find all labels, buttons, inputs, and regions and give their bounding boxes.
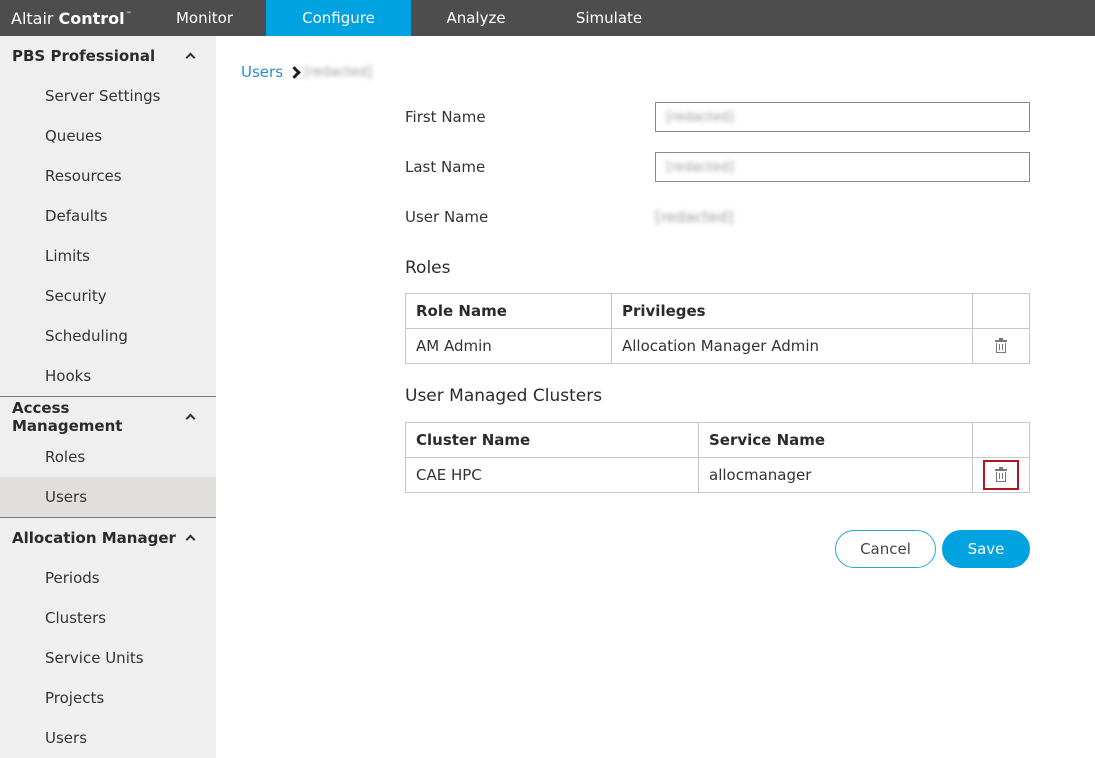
sidebar-item-roles[interactable]: Roles bbox=[0, 437, 216, 477]
first-name-input[interactable]: [redacted] bbox=[655, 102, 1030, 132]
sidebar-item-allocation-users[interactable]: Users bbox=[0, 718, 216, 758]
sidebar-item-limits[interactable]: Limits bbox=[0, 236, 216, 276]
top-navigation-bar: Altair Control ™ Monitor Configure Analy… bbox=[0, 0, 1095, 36]
tab-configure[interactable]: Configure bbox=[266, 0, 411, 36]
sidebar-section-pbs-professional[interactable]: PBS Professional bbox=[0, 36, 216, 76]
user-name-row: User Name [redacted] bbox=[405, 202, 1030, 232]
section-title: Access Management bbox=[12, 399, 123, 435]
tab-simulate[interactable]: Simulate bbox=[541, 0, 677, 36]
last-name-value: [redacted] bbox=[666, 159, 734, 175]
service-name-cell: allocmanager bbox=[698, 457, 973, 493]
first-name-row: First Name [redacted] bbox=[405, 102, 1030, 132]
column-header-cluster-name: Cluster Name bbox=[405, 422, 699, 458]
role-name-link[interactable]: AM Admin bbox=[405, 328, 612, 364]
first-name-label: First Name bbox=[405, 108, 486, 126]
delete-role-button[interactable] bbox=[983, 331, 1019, 361]
roles-title: Roles bbox=[405, 258, 451, 278]
column-header-actions bbox=[972, 293, 1030, 329]
app-logo: Altair Control ™ bbox=[0, 0, 143, 36]
privileges-cell: Allocation Manager Admin bbox=[611, 328, 973, 364]
section-title: PBS Professional bbox=[12, 47, 156, 65]
trash-icon bbox=[995, 467, 1007, 482]
sidebar-item-queues[interactable]: Queues bbox=[0, 116, 216, 156]
user-name-label: User Name bbox=[405, 208, 489, 226]
sidebar-item-clusters[interactable]: Clusters bbox=[0, 598, 216, 638]
clusters-title: User Managed Clusters bbox=[405, 386, 603, 406]
actions-cell bbox=[972, 328, 1030, 364]
tab-monitor[interactable]: Monitor bbox=[143, 0, 266, 36]
sidebar-item-periods[interactable]: Periods bbox=[0, 558, 216, 598]
cluster-name-cell: CAE HPC bbox=[405, 457, 699, 493]
table-header-row: Cluster Name Service Name bbox=[405, 422, 1030, 458]
last-name-label: Last Name bbox=[405, 158, 486, 176]
column-header-role-name: Role Name bbox=[405, 293, 612, 329]
table-row: AM Admin Allocation Manager Admin bbox=[405, 328, 1030, 364]
column-header-service-name: Service Name bbox=[698, 422, 973, 458]
breadcrumb-current-user: [redacted] bbox=[304, 64, 372, 80]
last-name-input[interactable]: [redacted] bbox=[655, 152, 1030, 182]
section-title: Allocation Manager bbox=[12, 529, 176, 547]
chevron-up-icon[interactable] bbox=[184, 411, 196, 423]
sidebar-item-hooks[interactable]: Hooks bbox=[0, 356, 216, 396]
user-name-value: [redacted] bbox=[655, 208, 734, 226]
clusters-table: Cluster Name Service Name CAE HPC allocm… bbox=[405, 422, 1030, 493]
breadcrumb-users-link[interactable]: Users bbox=[241, 63, 283, 81]
breadcrumb: Users [redacted] bbox=[241, 63, 372, 81]
sidebar-item-defaults[interactable]: Defaults bbox=[0, 196, 216, 236]
roles-table: Role Name Privileges AM Admin Allocation… bbox=[405, 293, 1030, 364]
brand-light: Altair bbox=[11, 8, 54, 28]
column-header-privileges: Privileges bbox=[611, 293, 973, 329]
chevron-right-icon bbox=[289, 66, 301, 78]
first-name-value: [redacted] bbox=[666, 109, 734, 125]
column-header-actions bbox=[972, 422, 1030, 458]
main-content: Users [redacted] First Name [redacted] L… bbox=[216, 36, 1095, 758]
sidebar-item-projects[interactable]: Projects bbox=[0, 678, 216, 718]
sidebar-item-resources[interactable]: Resources bbox=[0, 156, 216, 196]
tab-analyze[interactable]: Analyze bbox=[411, 0, 541, 36]
sidebar: PBS Professional Server Settings Queues … bbox=[0, 36, 216, 758]
delete-cluster-button[interactable] bbox=[983, 460, 1019, 490]
actions-cell bbox=[972, 457, 1030, 493]
trash-icon bbox=[995, 338, 1007, 353]
table-row: CAE HPC allocmanager bbox=[405, 457, 1030, 493]
brand-trademark: ™ bbox=[125, 10, 132, 18]
sidebar-item-security[interactable]: Security bbox=[0, 276, 216, 316]
chevron-up-icon[interactable] bbox=[184, 532, 196, 544]
save-button[interactable]: Save bbox=[942, 530, 1030, 568]
table-header-row: Role Name Privileges bbox=[405, 293, 1030, 329]
sidebar-item-scheduling[interactable]: Scheduling bbox=[0, 316, 216, 356]
last-name-row: Last Name [redacted] bbox=[405, 152, 1030, 182]
cancel-button[interactable]: Cancel bbox=[835, 530, 936, 568]
sidebar-item-service-units[interactable]: Service Units bbox=[0, 638, 216, 678]
sidebar-item-server-settings[interactable]: Server Settings bbox=[0, 76, 216, 116]
sidebar-item-access-users[interactable]: Users bbox=[0, 477, 216, 517]
chevron-up-icon[interactable] bbox=[184, 50, 196, 62]
sidebar-section-allocation-manager[interactable]: Allocation Manager bbox=[0, 518, 216, 558]
brand-bold: Control bbox=[58, 8, 125, 28]
sidebar-section-access-management[interactable]: Access Management bbox=[0, 397, 216, 437]
